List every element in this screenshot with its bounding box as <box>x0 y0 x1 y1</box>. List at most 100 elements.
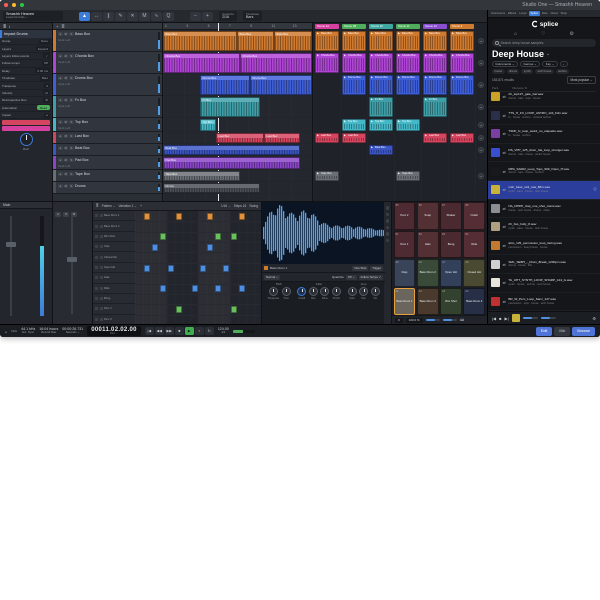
console-fader-handle[interactable] <box>6 242 16 247</box>
erase-tool[interactable]: ✕ <box>127 12 138 21</box>
close-window-icon[interactable] <box>4 3 8 7</box>
step-cell[interactable] <box>160 233 166 240</box>
launcher-clip-cell[interactable]: ▶Drums Box <box>342 75 366 95</box>
launcher-play-icon[interactable]: ▶ <box>398 120 400 123</box>
scene-stop-button[interactable]: ● <box>478 173 484 179</box>
automation-row[interactable]: Automation Read <box>0 105 52 112</box>
drag-to-daw-icon[interactable]: ⇄ <box>503 299 506 304</box>
knob-dial[interactable] <box>348 287 357 296</box>
launcher-clip-cell[interactable]: ▶Top Box <box>396 119 420 131</box>
mute-tool[interactable]: M <box>139 12 150 21</box>
knob-dial[interactable] <box>282 287 291 296</box>
launcher-play-icon[interactable]: ▶ <box>452 54 454 57</box>
scene-stop-button[interactable]: ● <box>478 104 484 110</box>
launcher-play-icon[interactable]: ▶ <box>452 134 454 137</box>
arrangement-clip[interactable]: Chorda Box <box>240 53 312 73</box>
automation-mode-badge[interactable]: Read <box>37 105 50 110</box>
player-settings-gear-icon[interactable]: ⚙ <box>592 316 596 321</box>
rail-button[interactable]: ● <box>55 212 61 217</box>
mix-view-button[interactable]: Mix <box>554 327 570 336</box>
scene-stop-button[interactable]: ● <box>478 60 484 66</box>
launcher-clip-cell[interactable]: ▶Drums Box <box>369 75 393 95</box>
browser-tab-instruments[interactable]: Instruments <box>490 12 506 15</box>
record-arm-button[interactable]: ● <box>58 134 63 139</box>
lane-mute-button[interactable] <box>95 276 98 279</box>
pad-a2[interactable]: A2Bass Drum 3 <box>417 288 439 316</box>
pattern-setting[interactable]: Swing <box>249 204 258 208</box>
knob-punch[interactable]: Punch <box>332 287 341 300</box>
mute-button[interactable]: M <box>64 158 69 163</box>
solo-button[interactable]: S <box>69 76 74 81</box>
pattern-lane-label[interactable]: Perc 1 <box>93 304 135 314</box>
collection-heading[interactable]: Deep House ⌄ <box>492 49 596 59</box>
pad-b8[interactable]: B8Crash <box>463 202 485 230</box>
record-arm-button[interactable]: ● <box>58 76 63 81</box>
launcher-clip-cell[interactable]: ▶Drums Box <box>450 75 474 95</box>
launcher-play-icon[interactable]: ▶ <box>344 54 346 57</box>
rewind-button[interactable]: ◀◀ <box>155 327 164 335</box>
mute-button[interactable]: M <box>64 76 69 81</box>
scene-header[interactable]: Scene 11 <box>396 24 420 30</box>
pattern-menu-item[interactable]: ≣ <box>96 204 99 208</box>
solo-button[interactable]: S <box>69 146 74 151</box>
inspector-row[interactable]: Follow tempoOff <box>0 60 52 67</box>
edit-view-button[interactable]: Edit <box>536 327 553 336</box>
info-icon[interactable]: i <box>9 24 10 29</box>
inspector-row[interactable]: LayersExpand <box>0 45 52 52</box>
arrangement-clip[interactable]: Last Box <box>216 133 264 143</box>
quantize-dropdown[interactable]: Quantize 1/16 <box>219 11 237 21</box>
inspector-color-slot[interactable] <box>2 126 50 131</box>
scene-header[interactable]: Scene 1A <box>315 24 339 30</box>
minimize-window-icon[interactable] <box>12 3 16 7</box>
drag-to-daw-icon[interactable]: ⇄ <box>503 150 506 155</box>
sample-row[interactable]: ⇄msh_bass_124_raw_86m.wavsynth · bass · … <box>488 181 600 200</box>
favorite-heart-icon[interactable]: ♡ <box>593 187 597 193</box>
pad-a6[interactable]: A6Bass Drum 2 <box>417 259 439 287</box>
launcher-play-icon[interactable]: ▶ <box>452 76 454 79</box>
knob-cutoff[interactable]: Cutoff <box>297 287 306 300</box>
inspector-row-value[interactable]: +0 <box>43 90 50 95</box>
tag-chip[interactable]: drums <box>507 69 520 75</box>
fast-forward-button[interactable]: ▶▶ <box>165 327 174 335</box>
pad-b7[interactable]: B7Shaker <box>440 202 462 230</box>
one-shot-button[interactable]: One Shot <box>352 266 368 271</box>
play-button[interactable]: ▶ <box>185 327 194 335</box>
record-arm-button[interactable]: ● <box>58 32 63 37</box>
pad-b2[interactable]: B2Hats <box>417 231 439 259</box>
inspector-row[interactable]: Retrospective Rec⚙ <box>0 97 52 104</box>
pad-bank-dot[interactable] <box>386 232 390 236</box>
solo-button[interactable]: S <box>69 32 74 37</box>
tag-chip[interactable]: house <box>492 69 505 75</box>
scene-stop-button[interactable]: ● <box>478 122 484 128</box>
arrangement-clip[interactable]: Bass Box <box>274 31 312 51</box>
lane-mute-button[interactable] <box>95 245 98 248</box>
scene-header[interactable]: Scene 10 <box>369 24 393 30</box>
step-cell[interactable] <box>176 213 182 220</box>
launcher-clip-cell[interactable]: ▶Last Box <box>342 133 366 143</box>
knob-transpose[interactable]: Transpose <box>267 287 279 300</box>
launcher-clip-cell[interactable]: ▶Bass Box <box>396 31 420 51</box>
scene-stop-button[interactable]: ● <box>478 147 484 153</box>
launcher-play-icon[interactable]: ▶ <box>317 172 319 175</box>
follow-tempo-toggle[interactable]: Follow Tempo ✓ <box>359 275 383 280</box>
pattern-lane-label[interactable]: Perc 2 <box>93 315 135 324</box>
return-to-start-button[interactable]: |◀ <box>145 327 154 335</box>
pad-a5[interactable]: A5Clap <box>394 259 416 287</box>
arrangement-clip[interactable]: Pad Box <box>163 157 300 169</box>
track-header[interactable]: ●MSDrums <box>53 182 163 194</box>
solo-button[interactable]: S <box>69 158 74 163</box>
preview-volume-slider[interactable] <box>523 317 538 319</box>
pattern-lane-label[interactable]: Hats <box>93 273 135 283</box>
arrangement-clip[interactable]: Bass Box <box>237 31 274 51</box>
song-title-button[interactable]: Smashh Heaven Lead Controls ⌄ <box>3 11 63 21</box>
timeline-ruler[interactable]: 135791113 <box>163 23 312 30</box>
inspector-row-value[interactable]: ⚙ <box>43 98 50 103</box>
lane-mute-button[interactable] <box>95 318 98 321</box>
record-button[interactable]: ● <box>195 327 204 335</box>
sort-dropdown[interactable]: Most popular ⌄ <box>567 76 596 84</box>
solo-button[interactable]: S <box>69 134 74 139</box>
step-cell[interactable] <box>192 285 198 292</box>
lane-mute-button[interactable] <box>95 287 98 290</box>
track-input-label[interactable]: Input L+R <box>58 164 70 168</box>
knob-dial[interactable] <box>320 287 329 296</box>
